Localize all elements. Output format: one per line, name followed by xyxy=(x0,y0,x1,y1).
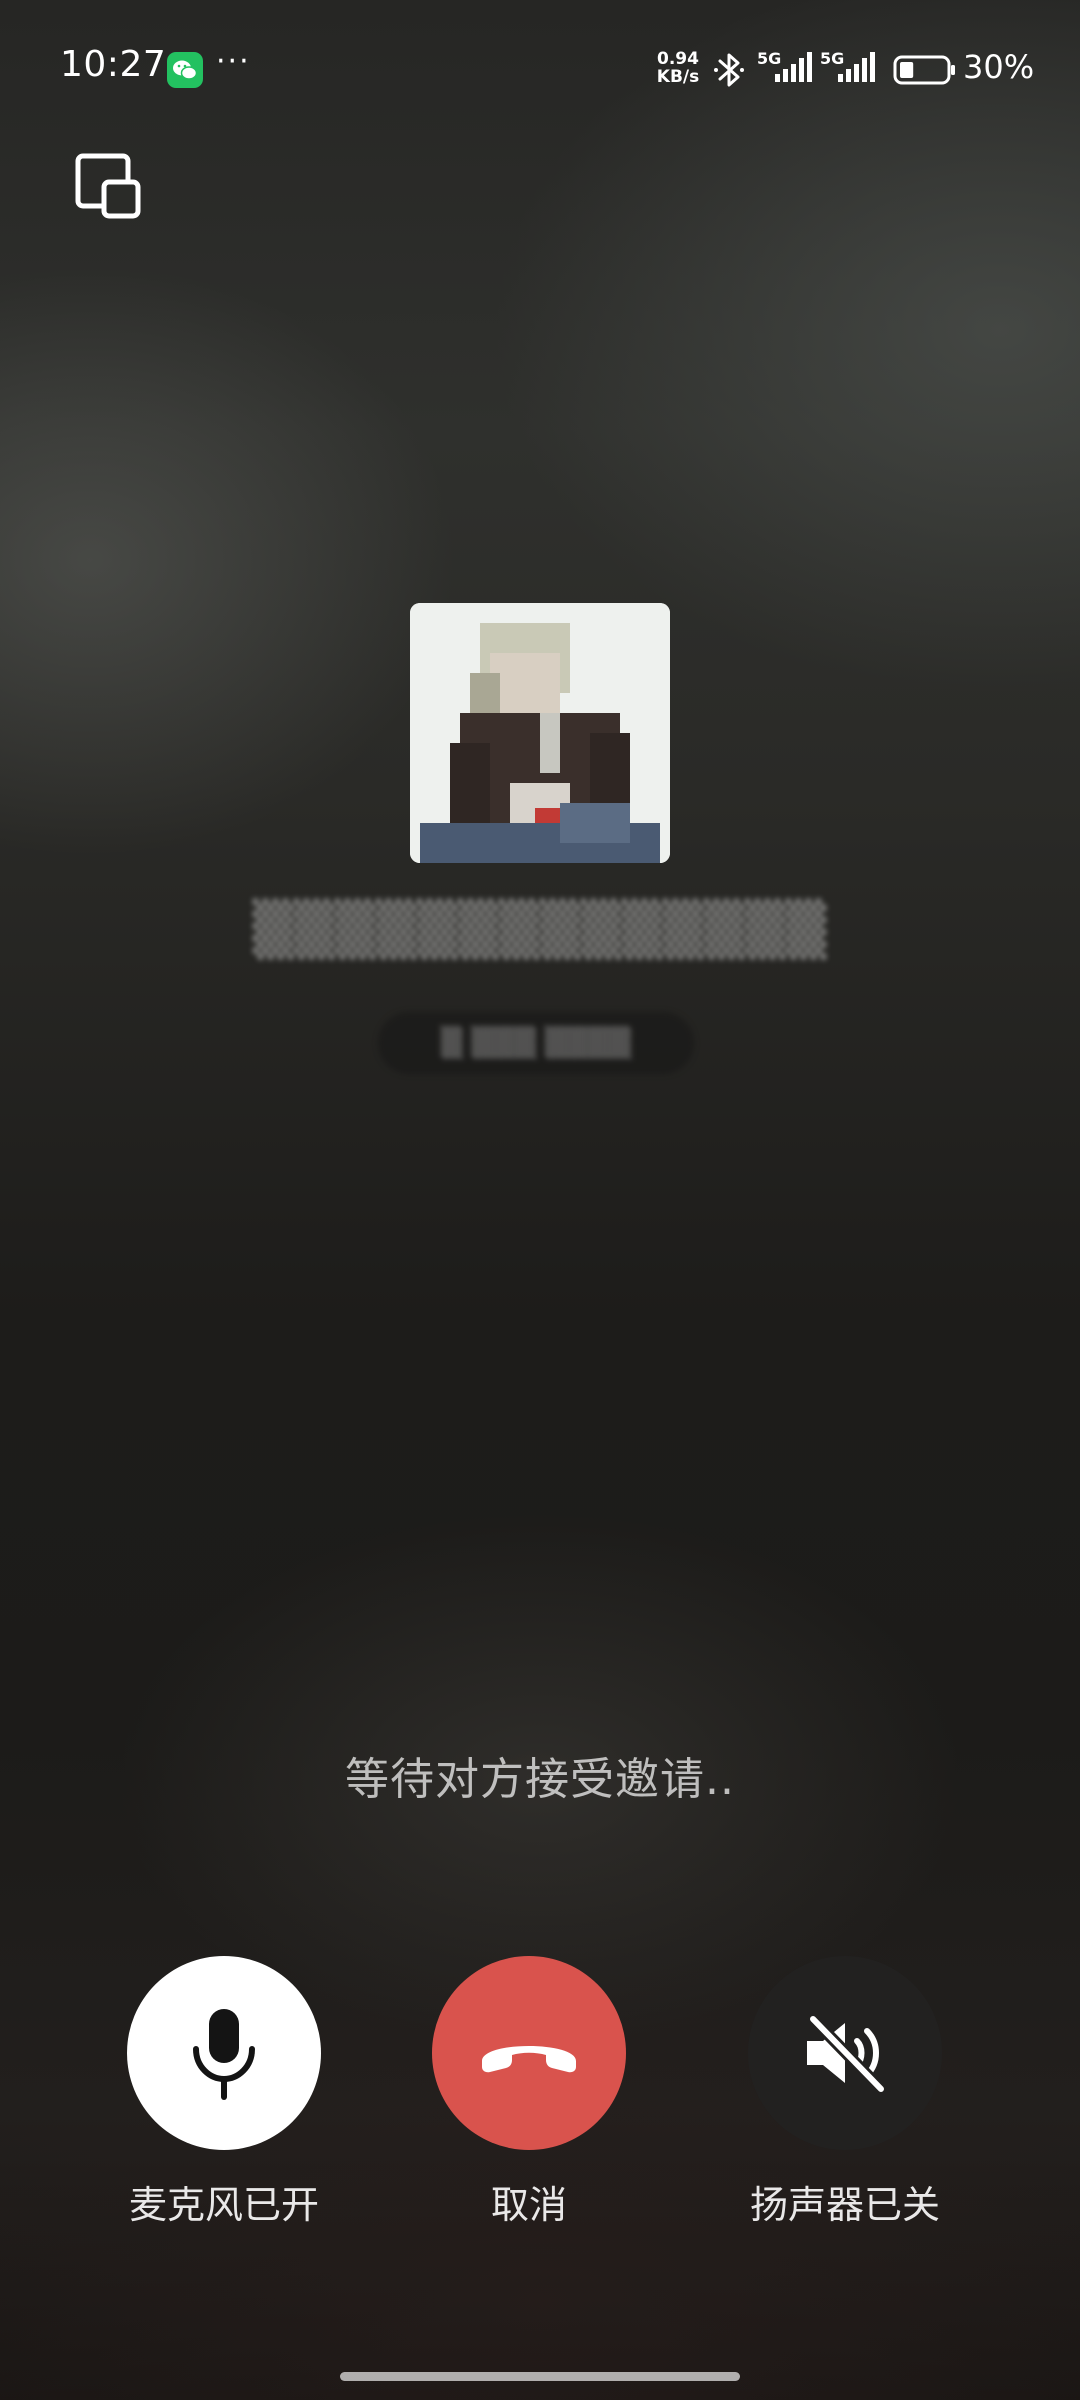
signal-5g-icon: 5G xyxy=(820,48,880,88)
bluetooth-icon xyxy=(712,50,746,94)
cancel-call-label: 取消 xyxy=(490,2183,567,2227)
network-speed-unit: KB/s xyxy=(656,67,700,87)
microphone-button[interactable] xyxy=(127,1956,321,2150)
battery-icon xyxy=(893,55,957,89)
more-notifications-icon: ··· xyxy=(216,44,251,79)
network-speed-value: 0.94 xyxy=(657,49,699,69)
hang-up-icon xyxy=(482,2046,576,2073)
battery-percent: 30% xyxy=(963,48,1035,86)
cancel-call-button[interactable] xyxy=(432,1956,626,2150)
speaker-muted-icon xyxy=(807,2013,887,2095)
call-status-text: 等待对方接受邀请.. xyxy=(345,1754,735,1805)
wechat-icon xyxy=(167,52,203,88)
caller-name-redacted: ▒▒▒▒▒▒▒▒▒▒▒▒▒▒ xyxy=(253,900,827,960)
status-time: 10:27 xyxy=(60,44,167,85)
signal-5g-label: 5G xyxy=(757,49,781,68)
microphone-label: 麦克风已开 xyxy=(128,2183,319,2227)
speaker-button[interactable] xyxy=(748,1956,942,2150)
avatar xyxy=(410,603,670,863)
floating-window-icon xyxy=(75,153,141,219)
signal-5g-icon: 5G xyxy=(757,48,817,88)
home-indicator[interactable] xyxy=(340,2372,740,2381)
status-bar: 10:27 ··· 0.94 KB/s 5G 5G 30% xyxy=(0,0,1080,140)
speaker-label: 扬声器已关 xyxy=(749,2183,940,2227)
signal-5g-label: 5G xyxy=(820,49,844,68)
caller-tag-redacted: ▒ ▒▒▒ ▒▒▒▒ xyxy=(378,1012,694,1074)
minimize-window-button[interactable] xyxy=(70,148,146,224)
microphone-icon xyxy=(193,2009,255,2100)
network-speed: 0.94 KB/s xyxy=(650,50,706,86)
